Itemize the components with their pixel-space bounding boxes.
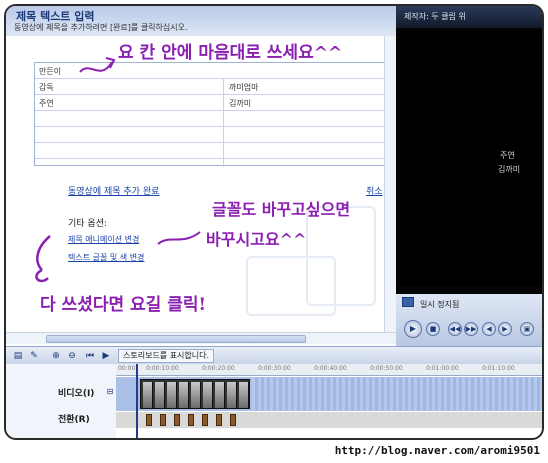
show-storyboard-button[interactable]: 스토리보드를 표시합니다. xyxy=(118,349,215,363)
ruler-tick: 0:00:50.00 xyxy=(370,365,403,372)
video-clip[interactable] xyxy=(140,379,250,409)
done-link[interactable]: 동영상에 제목 추가 완료 xyxy=(68,184,159,197)
table-row[interactable]: 주연 김까미 xyxy=(35,95,397,111)
empty-track-area xyxy=(252,377,542,411)
play-timeline-icon[interactable]: ▶ xyxy=(100,350,112,362)
ruler-tick: 0:00:40.00 xyxy=(314,365,347,372)
table-row[interactable]: 만든이 xyxy=(35,63,397,79)
column-divider xyxy=(223,79,224,167)
ruler-tick: 0:01:10.00 xyxy=(482,365,515,372)
transition-marker[interactable] xyxy=(146,414,152,426)
table-row[interactable] xyxy=(35,111,397,127)
clip-frame xyxy=(143,382,153,408)
fast-forward-button[interactable]: ▶▶ xyxy=(464,322,478,336)
expand-track-icon[interactable]: ⊟ xyxy=(104,386,116,398)
annotation-click-here: 다 쓰셨다면 요길 클릭! xyxy=(40,295,206,315)
narrate-icon[interactable]: ✎ xyxy=(28,350,40,362)
ruler-tick: 00:00 xyxy=(118,365,136,372)
table-cell: 감독 xyxy=(39,83,54,92)
table-row[interactable] xyxy=(35,143,397,159)
zoom-in-icon[interactable]: ⊕ xyxy=(50,350,62,362)
rewind-timeline-icon[interactable]: ⏮ xyxy=(84,350,96,362)
next-frame-button[interactable]: ▶ xyxy=(498,322,512,336)
monitor-icon xyxy=(402,297,414,307)
table-row[interactable]: 감독 까미엄마 xyxy=(35,79,397,95)
title-text-table[interactable]: 만든이 감독 까미엄마 주연 김까미 xyxy=(34,62,397,167)
playhead[interactable] xyxy=(136,364,138,438)
split-button[interactable]: ▣ xyxy=(520,322,534,336)
ruler-tick: 0:00:30.00 xyxy=(258,365,291,372)
clip-frame xyxy=(203,382,213,408)
scrollbar-thumb[interactable] xyxy=(46,335,306,343)
transition-track-label: 전환(R) xyxy=(58,415,90,425)
timeline-toolbar: ▤ ✎ ⊕ ⊖ ⏮ ▶ 스토리보드를 표시합니다. xyxy=(6,346,542,364)
clip-frame xyxy=(215,382,225,408)
annotation-write-here: 요 칸 안에 마음대로 쓰세요^^ xyxy=(118,43,343,63)
clip-frame xyxy=(227,382,237,408)
clip-frame xyxy=(191,382,201,408)
track-labels: 비디오(I) ⊟ 전환(R) xyxy=(6,364,116,438)
pane-subtitle: 동영상에 제목을 추가하려면 [완료]를 클릭하십시오. xyxy=(14,23,188,32)
clip-frame xyxy=(167,382,177,408)
cancel-link[interactable]: 취소 xyxy=(366,184,383,197)
video-track-label: 비디오(I) xyxy=(58,389,95,399)
table-cell: 까미엄마 xyxy=(229,83,259,92)
rewind-button[interactable]: ◀◀ xyxy=(448,322,462,336)
preview-header: 제작자: 두 클립 위 xyxy=(396,6,542,28)
transition-marker[interactable] xyxy=(230,414,236,426)
horizontal-scrollbar[interactable] xyxy=(6,332,396,344)
preview-screen: 주연 김까미 xyxy=(400,30,542,286)
table-cell: 김까미 xyxy=(229,99,252,108)
ruler-tick: 0:01:00.00 xyxy=(426,365,459,372)
background-decoration xyxy=(246,256,336,316)
annotation-change-font-2: 바꾸시고요^^ xyxy=(206,230,307,249)
ruler-tick: 0:00:20.00 xyxy=(202,365,235,372)
preview-monitor: 제작자: 두 클립 위 주연 김까미 일시 정지됨 ▶ ■ ◀◀ ▶▶ ◀ ▶ … xyxy=(396,6,542,346)
play-button[interactable]: ▶ xyxy=(404,320,422,338)
clip-frame xyxy=(155,382,165,408)
ruler-tick: 0:00:10.00 xyxy=(146,365,179,372)
transition-marker[interactable] xyxy=(160,414,166,426)
transition-marker[interactable] xyxy=(216,414,222,426)
table-cell: 주연 xyxy=(39,99,54,108)
change-font-link[interactable]: 텍스트 글꼴 및 색 변경 xyxy=(68,252,144,263)
blog-url: http://blog.naver.com/aromi9501 xyxy=(334,444,540,457)
table-row[interactable] xyxy=(35,127,397,143)
stop-button[interactable]: ■ xyxy=(426,322,440,336)
storyboard-icon[interactable]: ▤ xyxy=(12,350,24,362)
table-cell: 만든이 xyxy=(39,67,62,76)
zoom-out-icon[interactable]: ⊖ xyxy=(66,350,78,362)
vertical-scrollbar[interactable] xyxy=(384,36,396,332)
change-animation-link[interactable]: 제목 애니메이션 변경 xyxy=(68,234,139,245)
pane-header: 제목 텍스트 입력 동영상에 제목을 추가하려면 [완료]를 클릭하십시오. xyxy=(6,6,396,36)
transition-track[interactable] xyxy=(116,412,542,428)
clip-frame xyxy=(179,382,189,408)
transition-marker[interactable] xyxy=(188,414,194,426)
preview-controls: 일시 정지됨 ▶ ■ ◀◀ ▶▶ ◀ ▶ ▣ xyxy=(396,294,542,346)
video-track[interactable] xyxy=(116,377,542,411)
playback-status: 일시 정지됨 xyxy=(420,300,460,309)
screen-text-line: 주연 xyxy=(500,151,515,160)
transition-marker[interactable] xyxy=(174,414,180,426)
timeline-ruler[interactable]: 00:00 0:00:10.00 0:00:20.00 0:00:30.00 0… xyxy=(116,364,542,376)
other-options-label: 기타 옵션: xyxy=(68,219,108,229)
annotation-change-font: 글꼴도 바꾸고싶으면 xyxy=(212,200,351,219)
preview-title: 제작자: 두 클립 위 xyxy=(404,12,466,21)
transition-marker[interactable] xyxy=(202,414,208,426)
screenshot-frame: 제목 텍스트 입력 동영상에 제목을 추가하려면 [완료]를 클릭하십시오. 만… xyxy=(0,0,548,463)
screen-text-line: 김까미 xyxy=(498,165,521,174)
clip-frame xyxy=(239,382,249,408)
app-window: 제목 텍스트 입력 동영상에 제목을 추가하려면 [완료]를 클릭하십시오. 만… xyxy=(4,4,544,440)
previous-frame-button[interactable]: ◀ xyxy=(482,322,496,336)
